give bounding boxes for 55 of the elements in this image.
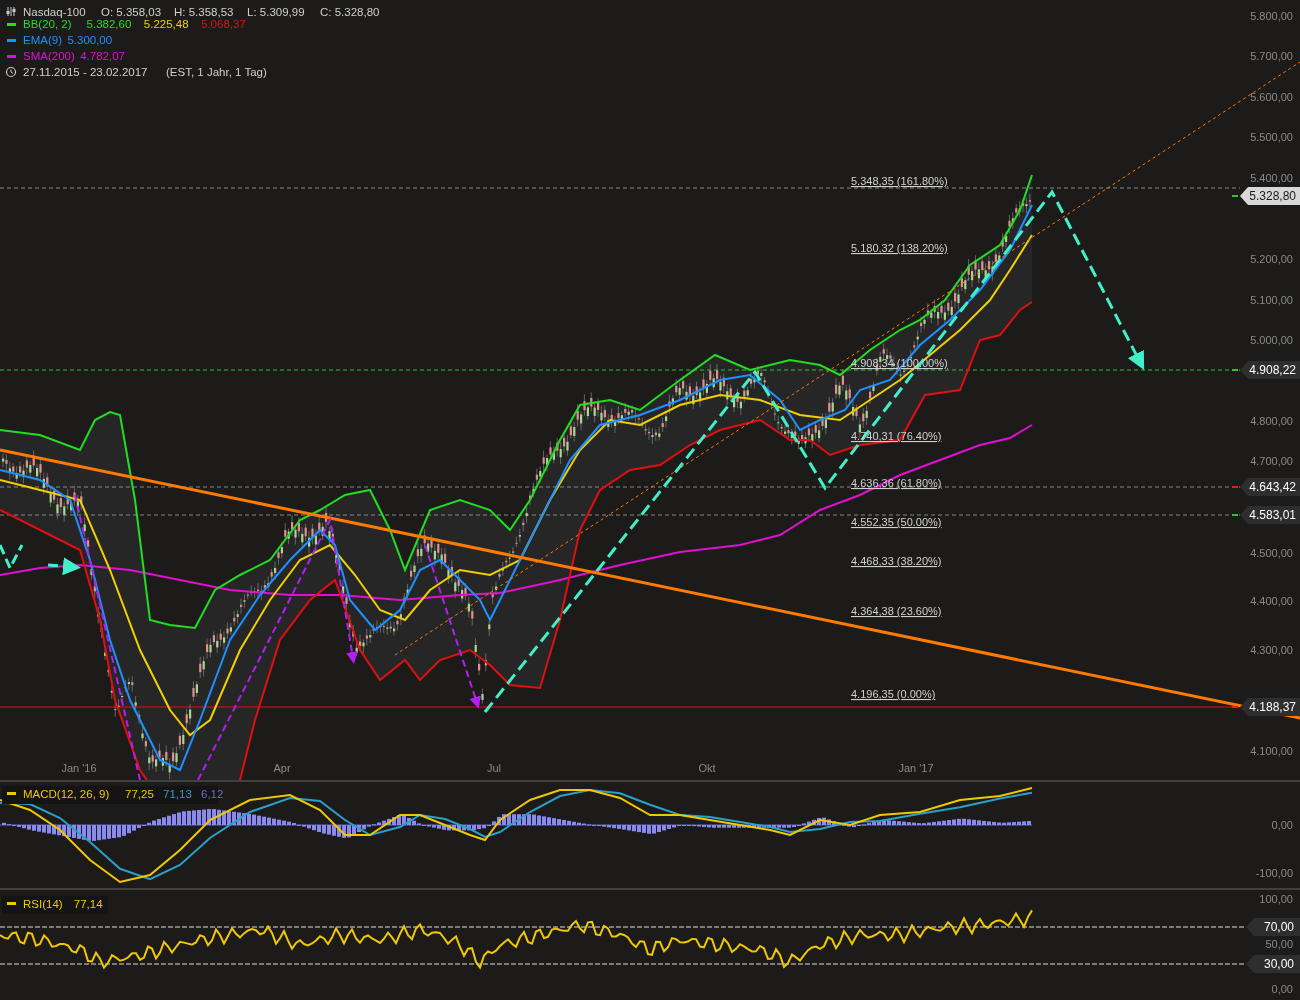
indicator-value: 5.300,00 bbox=[67, 34, 113, 46]
time-axis-label: Okt bbox=[698, 762, 716, 774]
fib-level-label: 4.468,33 (38.20%) bbox=[851, 555, 942, 567]
instrument-name: Nasdaq-100 bbox=[23, 6, 86, 18]
axis-label: 5.400,00 bbox=[1250, 172, 1293, 184]
fib-level-label: 4.552,35 (50.00%) bbox=[851, 516, 942, 528]
indicator-name: BB(20, 2) bbox=[23, 18, 72, 30]
axis-label: 50,00 bbox=[1265, 938, 1293, 950]
fib-level-label: 4.196,35 (0.00%) bbox=[851, 688, 936, 700]
indicator-value: 77,25 bbox=[125, 788, 154, 800]
indicator-value: 4.782,07 bbox=[80, 50, 125, 62]
level-tag: 70,00 bbox=[1246, 918, 1300, 936]
level-tag: 30,00 bbox=[1246, 955, 1300, 973]
chart-settings-icon[interactable] bbox=[6, 6, 16, 17]
axis-label: 5.600,00 bbox=[1250, 91, 1293, 103]
axis-label: 4.700,00 bbox=[1250, 455, 1293, 467]
axis-label: 4.800,00 bbox=[1250, 415, 1293, 427]
range-info: (EST, 1 Jahr, 1 Tag) bbox=[166, 66, 267, 78]
indicator-name: SMA(200) bbox=[23, 50, 75, 62]
axis-label: 5.500,00 bbox=[1250, 131, 1293, 143]
axis-label: 4.500,00 bbox=[1250, 547, 1293, 559]
ohlc-value: C: 5.328,80 bbox=[320, 6, 380, 18]
axis-label: 0,00 bbox=[1271, 983, 1293, 995]
time-axis-label: Jan '16 bbox=[61, 762, 97, 774]
axis-label: -100,00 bbox=[1255, 867, 1293, 879]
fib-level-label: 5.348,35 (161.80%) bbox=[851, 175, 948, 187]
date-range: 27.11.2015 - 23.02.2017 bbox=[23, 66, 148, 78]
time-axis-label: Jan '17 bbox=[898, 762, 934, 774]
axis-label: 4.300,00 bbox=[1250, 644, 1293, 656]
indicator-value: 71,13 bbox=[163, 788, 192, 800]
axis-label: 0,00 bbox=[1271, 819, 1293, 831]
indicator-value: 77,14 bbox=[73, 898, 103, 910]
fib-level-label: 5.180,32 (138.20%) bbox=[851, 242, 948, 254]
indicator-value: 5.382,60 bbox=[86, 18, 132, 30]
clock-icon bbox=[5, 66, 17, 78]
indicator-value: 5.068,37 bbox=[201, 18, 246, 30]
axis-label: 5.100,00 bbox=[1250, 294, 1293, 306]
axis-label: 100,00 bbox=[1259, 893, 1293, 905]
axis-label: 5.700,00 bbox=[1250, 50, 1293, 62]
ohlc-value: O: 5.358,03 bbox=[101, 6, 162, 18]
indicator-value: 6,12 bbox=[201, 788, 224, 800]
axis-label: 4.100,00 bbox=[1250, 745, 1293, 757]
ohlc-value: H: 5.358,53 bbox=[174, 6, 234, 18]
axis-label: 5.800,00 bbox=[1250, 10, 1293, 22]
time-axis-label: Apr bbox=[273, 762, 291, 774]
axis-label: 5.000,00 bbox=[1250, 334, 1293, 346]
ohlc-value: L: 5.309,99 bbox=[247, 6, 305, 18]
indicator-name: RSI(14) bbox=[23, 898, 63, 910]
indicator-name: EMA(9) bbox=[23, 34, 62, 46]
indicator-name: MACD(12, 26, 9) bbox=[23, 788, 110, 800]
axis-label: 5.200,00 bbox=[1250, 253, 1293, 265]
time-axis-label: Jul bbox=[486, 762, 502, 774]
axis-label: 4.400,00 bbox=[1250, 595, 1293, 607]
indicator-value: 5.225,48 bbox=[143, 18, 189, 30]
fib-level-label: 4.364,38 (23.60%) bbox=[851, 605, 942, 617]
